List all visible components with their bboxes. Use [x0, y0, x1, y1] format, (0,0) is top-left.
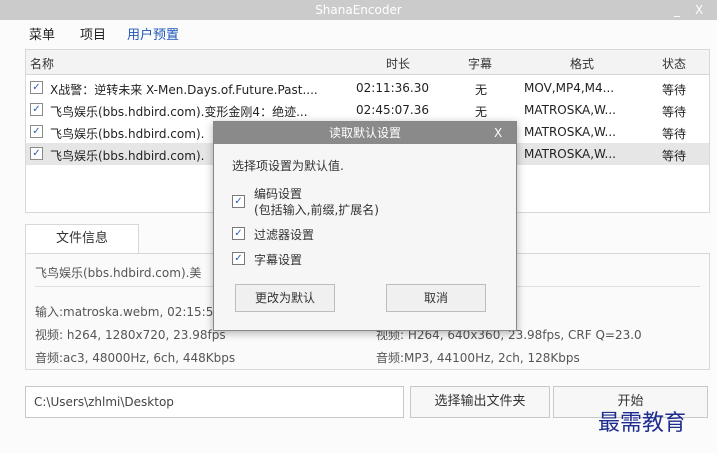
row-name: 飞鸟娱乐(bbs.hdbird.com).变形金刚4：绝迹...: [50, 105, 308, 119]
header-format[interactable]: 格式: [570, 55, 594, 72]
row-duration: 02:11:36.30: [356, 81, 429, 95]
header-name[interactable]: 名称: [30, 55, 54, 72]
title-bar: ShanaEncoder _ X: [0, 0, 717, 20]
row-format: MATROSKA,W...: [524, 147, 616, 161]
filter-settings-checkbox[interactable]: ✓: [232, 227, 245, 240]
menu-item-menu[interactable]: 菜单: [29, 24, 55, 43]
tab-file-info[interactable]: 文件信息: [25, 224, 139, 254]
row-duration: 02:45:07.36: [356, 103, 429, 117]
encoding-settings-checkbox[interactable]: ✓: [232, 195, 245, 208]
row-format: MOV,MP4,M4...: [524, 81, 615, 95]
info-audio: 音频:ac3, 48000Hz, 6ch, 448Kbps: [35, 351, 236, 365]
encoding-settings-label: 编码设置: [254, 187, 303, 201]
row-subtitle: 无: [475, 105, 488, 119]
subtitle-settings-checkbox[interactable]: ✓: [232, 252, 245, 265]
subtitle-settings-label: 字幕设置: [254, 253, 303, 267]
row-status: 等待: [662, 83, 687, 97]
table-row[interactable]: ✓ 飞鸟娱乐(bbs.hdbird.com).变形金刚4：绝迹... 02:45…: [26, 99, 709, 121]
info-video: 视频: h264, 1280x720, 23.98fps: [35, 328, 226, 342]
header-duration[interactable]: 时长: [386, 55, 410, 72]
header-status[interactable]: 状态: [662, 55, 686, 72]
dialog-close-button[interactable]: X: [494, 122, 502, 144]
row-status: 等待: [662, 105, 687, 119]
row-checkbox[interactable]: ✓: [30, 147, 43, 160]
watermark: 最需教育: [598, 411, 687, 436]
row-format: MATROSKA,W...: [524, 103, 616, 117]
row-format: MATROSKA,W...: [524, 125, 616, 139]
choose-output-folder-button[interactable]: 选择输出文件夹: [410, 386, 550, 418]
row-checkbox[interactable]: ✓: [30, 125, 43, 138]
row-name: 飞鸟娱乐(bbs.hdbird.com).: [50, 127, 205, 141]
row-name: 飞鸟娱乐(bbs.hdbird.com).: [50, 149, 205, 163]
menu-item-user-presets[interactable]: 用户预置: [127, 24, 179, 43]
row-subtitle: 无: [475, 83, 488, 97]
output-path-field[interactable]: C:\Users\zhlmi\Desktop: [25, 386, 404, 418]
info-output-audio: 音频:MP3, 44100Hz, 2ch, 128Kbps: [376, 351, 580, 365]
table-header: 名称 时长 字幕 格式 状态: [26, 50, 709, 75]
close-button[interactable]: X: [695, 0, 703, 20]
filter-settings-label: 过滤器设置: [254, 228, 315, 242]
dialog-prompt: 选择项设置为默认值.: [232, 159, 344, 173]
set-default-button[interactable]: 更改为默认: [235, 284, 335, 312]
menu-item-project[interactable]: 项目: [80, 24, 106, 43]
cancel-button[interactable]: 取消: [386, 284, 486, 312]
menu-bar: 菜单 项目 用户预置: [0, 20, 717, 46]
dialog-title: 读取默认设置: [328, 126, 401, 140]
dialog-title-bar: 读取默认设置 X: [214, 122, 516, 144]
row-status: 等待: [662, 149, 687, 163]
window-title: ShanaEncoder: [315, 3, 402, 17]
row-status: 等待: [662, 127, 687, 141]
info-input: 输入:matroska.webm, 02:15:54: [35, 305, 221, 319]
encoding-settings-sublabel: (包括输入,前缀,扩展名): [254, 203, 379, 217]
row-checkbox[interactable]: ✓: [30, 103, 43, 116]
table-row[interactable]: ✓ X战警：逆转未来 X-Men.Days.of.Future.Past....…: [26, 77, 709, 99]
row-checkbox[interactable]: ✓: [30, 81, 43, 94]
header-subtitle[interactable]: 字幕: [468, 55, 492, 72]
row-name: X战警：逆转未来 X-Men.Days.of.Future.Past....: [50, 83, 318, 97]
minimize-button[interactable]: _: [674, 0, 680, 20]
load-defaults-dialog: 读取默认设置 X 选择项设置为默认值. ✓ 编码设置 (包括输入,前缀,扩展名)…: [213, 121, 517, 331]
